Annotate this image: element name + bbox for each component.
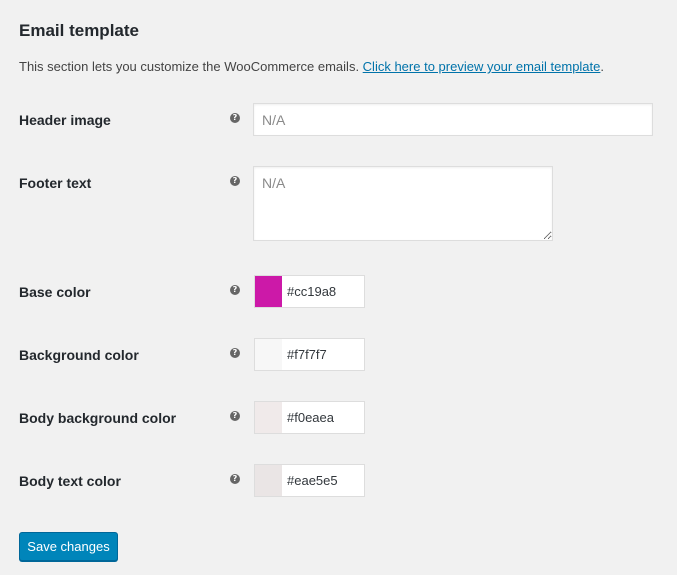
header-image-input[interactable]: [253, 103, 653, 136]
footer-text-help-icon[interactable]: ?: [230, 176, 240, 186]
email-template-settings: Email template This section lets you cus…: [0, 0, 677, 575]
header-image-label: Header image: [19, 112, 111, 128]
body-background-color-field[interactable]: [254, 401, 365, 434]
preview-email-template-link[interactable]: Click here to preview your email templat…: [363, 59, 601, 74]
description-text: This section lets you customize the WooC…: [19, 59, 363, 74]
description-period: .: [600, 59, 605, 74]
base-color-help-icon[interactable]: ?: [230, 285, 240, 295]
background-color-input[interactable]: [287, 339, 363, 370]
base-color-swatch[interactable]: [255, 276, 282, 307]
background-color-label: Background color: [19, 347, 139, 363]
section-title: Email template: [19, 21, 139, 40]
body-text-color-field[interactable]: [254, 464, 365, 497]
body-text-color-label: Body text color: [19, 473, 121, 489]
body-background-color-swatch[interactable]: [255, 402, 282, 433]
save-changes-button[interactable]: Save changes: [19, 532, 118, 561]
base-color-field[interactable]: [254, 275, 365, 308]
section-description: This section lets you customize the WooC…: [19, 58, 604, 76]
body-background-color-input[interactable]: [287, 402, 363, 433]
body-background-color-label: Body background color: [19, 410, 177, 426]
background-color-swatch[interactable]: [255, 339, 282, 370]
body-text-color-help-icon[interactable]: ?: [230, 474, 240, 484]
body-text-color-input[interactable]: [287, 465, 363, 496]
base-color-label: Base color: [19, 284, 91, 300]
body-text-color-swatch[interactable]: [255, 465, 282, 496]
footer-text-label: Footer text: [19, 175, 92, 191]
base-color-input[interactable]: [287, 276, 363, 307]
background-color-field[interactable]: [254, 338, 365, 371]
footer-text-textarea[interactable]: [253, 166, 553, 241]
body-background-color-help-icon[interactable]: ?: [230, 411, 240, 421]
header-image-help-icon[interactable]: ?: [230, 113, 240, 123]
background-color-help-icon[interactable]: ?: [230, 348, 240, 358]
